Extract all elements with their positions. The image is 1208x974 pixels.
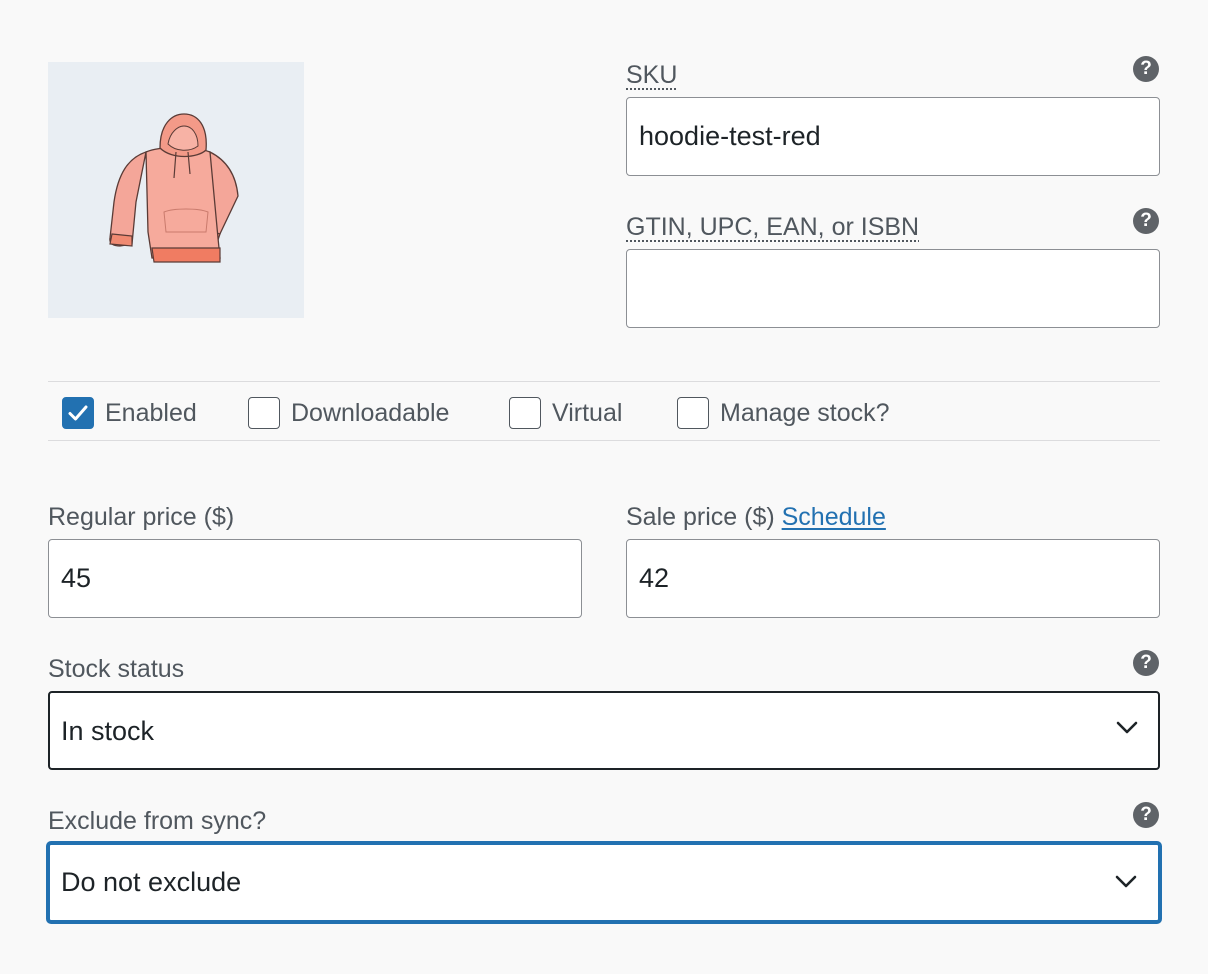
exclude-sync-select[interactable]: Do not exclude	[47, 842, 1161, 923]
downloadable-option[interactable]: Downloadable	[248, 392, 449, 434]
sale-price-input[interactable]	[626, 539, 1160, 618]
enabled-option[interactable]: Enabled	[62, 392, 197, 434]
chevron-down-icon	[1115, 875, 1137, 888]
virtual-label: Virtual	[552, 398, 623, 427]
schedule-link[interactable]: Schedule	[782, 503, 886, 531]
gtin-help-icon[interactable]: ?	[1133, 208, 1159, 234]
hoodie-image	[109, 113, 239, 263]
virtual-checkbox[interactable]	[509, 397, 541, 429]
enabled-checkbox[interactable]	[62, 397, 94, 429]
enabled-label: Enabled	[105, 398, 197, 427]
divider	[48, 381, 1160, 382]
regular-price-label: Regular price ($)	[48, 503, 235, 531]
downloadable-label: Downloadable	[291, 398, 450, 427]
divider	[48, 440, 1160, 441]
regular-price-input[interactable]	[48, 539, 582, 618]
sku-input[interactable]	[626, 97, 1160, 176]
stock-status-label: Stock status	[48, 655, 185, 683]
sku-label: SKU	[626, 61, 678, 89]
downloadable-checkbox[interactable]	[248, 397, 280, 429]
variation-image[interactable]	[48, 62, 304, 318]
sale-price-label-text: Sale price ($)	[626, 503, 775, 531]
chevron-down-icon	[1116, 721, 1138, 734]
sale-price-label: Sale price ($) Schedule	[626, 502, 886, 532]
sku-help-icon[interactable]: ?	[1133, 56, 1159, 82]
stock-status-select[interactable]: In stock	[48, 691, 1160, 770]
manage-stock-label: Manage stock?	[720, 398, 890, 427]
exclude-sync-label: Exclude from sync?	[48, 807, 267, 835]
manage-stock-checkbox[interactable]	[677, 397, 709, 429]
stock-status-help-icon[interactable]: ?	[1133, 650, 1159, 676]
checkmark-icon	[68, 405, 88, 421]
stock-status-value: In stock	[61, 716, 155, 746]
manage-stock-option[interactable]: Manage stock?	[677, 392, 890, 434]
gtin-input[interactable]	[626, 249, 1160, 328]
exclude-sync-help-icon[interactable]: ?	[1133, 802, 1159, 828]
gtin-label: GTIN, UPC, EAN, or ISBN	[626, 213, 920, 241]
virtual-option[interactable]: Virtual	[509, 392, 622, 434]
exclude-sync-value: Do not exclude	[61, 867, 242, 897]
